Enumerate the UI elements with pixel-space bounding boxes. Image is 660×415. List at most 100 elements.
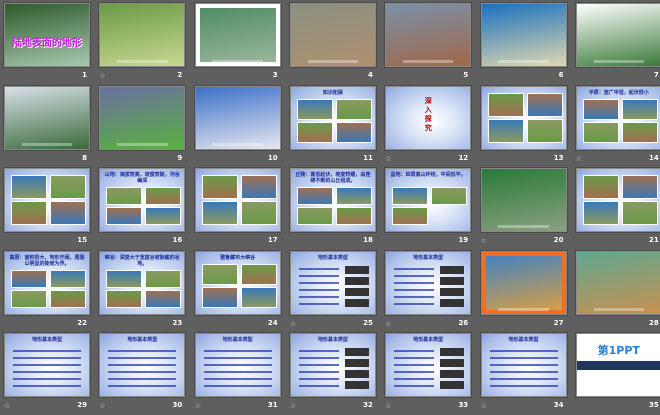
- slide-cell[interactable]: 峡谷：深度大于宽度谷坡陡峻的谷地。 23: [97, 249, 192, 333]
- slide-photo: [392, 187, 429, 205]
- slide-thumbnail[interactable]: [193, 2, 282, 68]
- animation-icon[interactable]: ☆: [195, 402, 201, 410]
- slide-cell[interactable]: 地形基本类型 ☆ 30: [97, 332, 192, 415]
- slide-cell[interactable]: 7: [574, 2, 660, 85]
- animation-icon[interactable]: ☆: [290, 320, 296, 328]
- slide-cell[interactable]: 15: [2, 167, 97, 250]
- slide-photo: [582, 175, 619, 199]
- animation-icon[interactable]: ☆: [385, 155, 391, 163]
- slide-cell[interactable]: 地形基本类型 ☆ 34: [479, 332, 574, 415]
- slide-thumbnail[interactable]: [3, 84, 91, 151]
- animation-icon[interactable]: ☆: [99, 72, 105, 80]
- slide-thumbnail[interactable]: 知识拓展: [288, 84, 377, 151]
- text-line: [108, 350, 177, 352]
- slide-thumbnail[interactable]: [574, 2, 660, 68]
- slide-cell[interactable]: 雅鲁藏布大峡谷 24: [193, 249, 288, 333]
- slide-cell[interactable]: 知识拓展 11: [288, 84, 383, 168]
- slide-thumbnail[interactable]: 地形基本类型: [288, 332, 377, 398]
- slide-cell[interactable]: 平原：宽广平坦，起伏很小 ☆ 14: [574, 84, 660, 168]
- slide-thumbnail[interactable]: 山地：海拔较高，坡度较陡，沟谷幽深: [98, 167, 187, 233]
- slide-number: 7: [653, 71, 659, 79]
- slide-thumbnail[interactable]: 地形基本类型: [193, 332, 282, 398]
- slide-thumbnail[interactable]: [98, 2, 187, 68]
- animation-icon[interactable]: ☆: [576, 155, 582, 163]
- animation-icon[interactable]: ☆: [385, 402, 391, 410]
- animation-icon[interactable]: ☆: [4, 402, 10, 410]
- slide-thumbnail[interactable]: 地形基本类型: [3, 332, 91, 398]
- slide-cell[interactable]: 21: [574, 167, 660, 250]
- slide-number: 16: [172, 236, 183, 244]
- slide-thumbnail[interactable]: 平原：宽广平坦，起伏很小: [574, 84, 660, 151]
- slide-thumbnail[interactable]: 地形基本类型: [479, 332, 568, 398]
- slide-cell[interactable]: 27: [479, 249, 574, 333]
- slide-cell[interactable]: 5: [383, 2, 478, 85]
- animation-icon[interactable]: ☆: [385, 320, 391, 328]
- animation-icon[interactable]: ☆: [481, 402, 487, 410]
- slide-thumbnail[interactable]: 地形基本类型: [384, 332, 473, 398]
- slide-cell[interactable]: 地形基本类型 ☆ 31: [193, 332, 288, 415]
- slide-number: 33: [458, 401, 469, 409]
- animation-icon[interactable]: ☆: [290, 402, 296, 410]
- slide-thumbnail[interactable]: 地形基本类型: [384, 249, 473, 316]
- slide-photo: [335, 187, 372, 205]
- slide-thumbnail[interactable]: [288, 2, 377, 68]
- slide-thumbnail[interactable]: 雅鲁藏布大峡谷: [193, 249, 282, 316]
- slide-cell[interactable]: 地形基本类型 ☆ 25: [288, 249, 383, 333]
- slide-cell[interactable]: 6: [479, 2, 574, 85]
- slide-cell[interactable]: 高原：面积很大，地形开阔，周围以明显的陡坡为界。 22: [2, 249, 97, 333]
- text-line: [489, 378, 558, 380]
- slide-cell[interactable]: 17: [193, 167, 288, 250]
- slide-cell[interactable]: 10: [193, 84, 288, 168]
- slide-thumbnail[interactable]: 高原：面积很大，地形开阔，周围以明显的陡坡为界。: [3, 249, 91, 316]
- slide-cell[interactable]: 28: [574, 249, 660, 333]
- text-line: [394, 385, 435, 387]
- slide-thumbnail[interactable]: [479, 249, 568, 316]
- slide-photo: [11, 269, 47, 288]
- slide-cell[interactable]: ☆ 20: [479, 167, 574, 250]
- animation-icon[interactable]: ☆: [99, 402, 105, 410]
- slide-cell[interactable]: 第1PPT 35: [574, 332, 660, 415]
- slide-cell[interactable]: 深入探究 ☆ 12: [383, 84, 478, 168]
- slide-thumbnail[interactable]: 第1PPT: [574, 332, 660, 398]
- slide-thumbnail[interactable]: [479, 84, 568, 151]
- slide-photo: [335, 121, 372, 143]
- slide-thumbnail[interactable]: 陆地表面的地形: [3, 2, 91, 68]
- slide-thumbnail[interactable]: 峡谷：深度大于宽度谷坡陡峻的谷地。: [98, 249, 187, 316]
- slide-thumbnail[interactable]: [384, 2, 473, 68]
- slide-thumbnail[interactable]: [574, 249, 660, 316]
- slide-cell[interactable]: 地形基本类型 ☆ 29: [2, 332, 97, 415]
- slide-cell[interactable]: 陆地表面的地形 1: [2, 2, 97, 85]
- slide-cell[interactable]: 地形基本类型 ☆ 33: [383, 332, 478, 415]
- slide-thumbnail[interactable]: [574, 167, 660, 233]
- slide-thumbnail[interactable]: [98, 84, 187, 151]
- slide-number: 25: [363, 318, 373, 327]
- slide-thumbnail[interactable]: [3, 167, 91, 233]
- slide-cell[interactable]: 盆地：四周高山环绕，中间低平。 19: [383, 167, 478, 250]
- slide-cell[interactable]: 地形基本类型 ☆ 32: [288, 332, 383, 415]
- slide-thumbnail[interactable]: 丘陵：高低起伏，坡度较缓，由连绵不断的山丘组成。: [288, 167, 377, 233]
- slide-cell[interactable]: ☆ 2: [97, 2, 192, 85]
- slide-cell[interactable]: 3: [193, 2, 288, 85]
- slide-thumbnail[interactable]: [479, 167, 568, 233]
- text-line: [203, 364, 272, 366]
- slide-caption: [21, 142, 73, 146]
- slide-cell[interactable]: 8: [2, 84, 97, 168]
- slide-thumbnail[interactable]: [479, 2, 568, 68]
- slide-cell[interactable]: 13: [479, 84, 574, 168]
- slide-title: 知识拓展: [322, 89, 343, 96]
- slide-photo: [106, 187, 143, 205]
- slide-cell[interactable]: 丘陵：高低起伏，坡度较缓，由连绵不断的山丘组成。 18: [288, 167, 383, 250]
- slide-cell[interactable]: 4: [288, 2, 383, 85]
- slide-thumbnail[interactable]: 地形基本类型: [98, 332, 187, 398]
- slide-cell[interactable]: 地形基本类型 ☆ 26: [383, 249, 478, 333]
- slide-cell[interactable]: 山地：海拔较高，坡度较陡，沟谷幽深 16: [97, 167, 192, 250]
- animation-icon[interactable]: ☆: [481, 237, 487, 245]
- slide-thumbnail[interactable]: 地形基本类型: [288, 249, 377, 316]
- slide-thumbnail[interactable]: 深入探究: [384, 84, 473, 151]
- slide-cell[interactable]: 9: [97, 84, 192, 168]
- slide-thumbnail[interactable]: [193, 167, 282, 233]
- slide-thumbnail[interactable]: [193, 84, 282, 151]
- slide-title: 盆地：四周高山环绕，中间低平。: [390, 172, 466, 178]
- slide-frame: [481, 251, 566, 314]
- slide-thumbnail[interactable]: 盆地：四周高山环绕，中间低平。: [384, 167, 473, 233]
